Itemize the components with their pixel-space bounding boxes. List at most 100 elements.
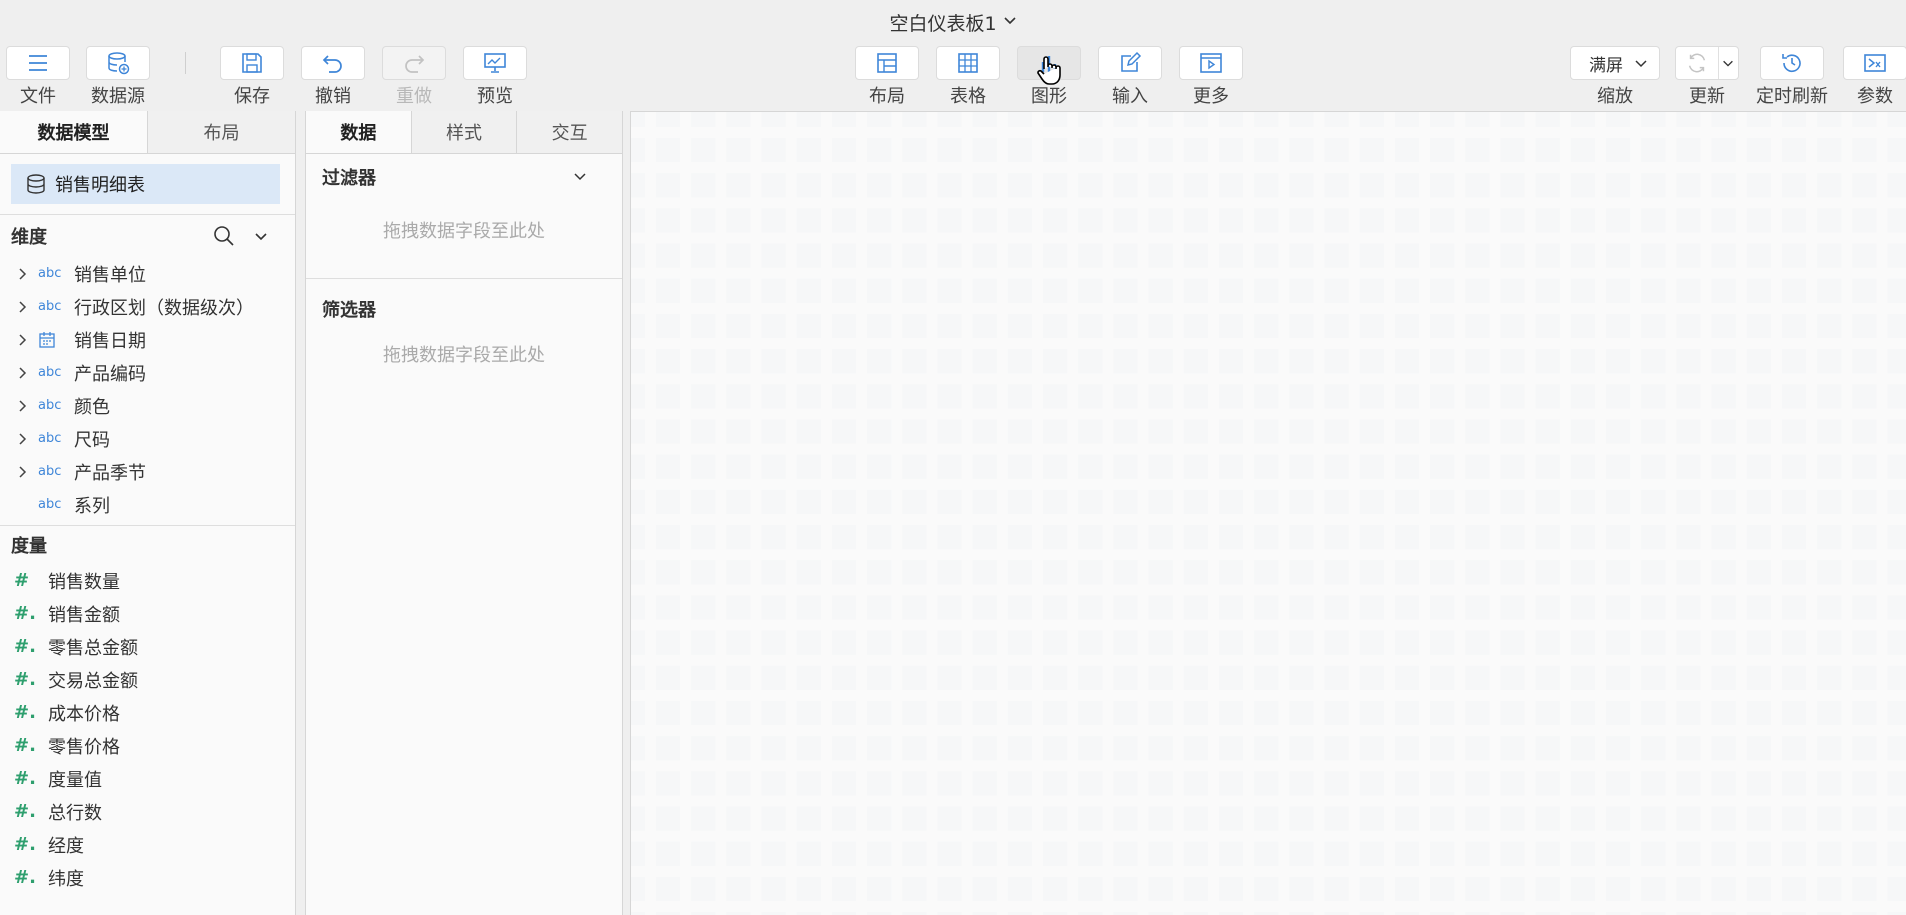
timed-refresh-label: 定时刷新 [1756, 86, 1828, 107]
filter-drop-zone[interactable]: 拖拽数据字段至此处 [306, 200, 622, 260]
chevron-right-icon[interactable] [18, 333, 32, 347]
filter-title: 过滤器 [322, 168, 376, 189]
measure-item[interactable]: # 销售数量 [0, 564, 295, 597]
measure-item[interactable]: #. 纬度 [0, 861, 295, 894]
dimensions-header: 维度 [0, 215, 295, 257]
tab-layout[interactable]: 布局 [148, 111, 295, 153]
measures-title: 度量 [11, 536, 47, 557]
input-button[interactable] [1098, 46, 1162, 80]
chevron-right-icon[interactable] [18, 267, 32, 281]
measure-label: 度量值 [48, 769, 102, 791]
table-label: 表格 [950, 86, 986, 107]
presentation-icon [484, 53, 506, 73]
chevron-right-icon[interactable] [18, 465, 32, 479]
table-button[interactable] [936, 46, 1000, 80]
chevron-right-icon[interactable] [18, 366, 32, 380]
measure-item[interactable]: #. 零售价格 [0, 729, 295, 762]
undo-icon [322, 55, 342, 73]
datasource-button[interactable] [86, 46, 150, 80]
formula-icon [1864, 54, 1886, 72]
params-button[interactable] [1843, 46, 1906, 80]
measure-label: 总行数 [48, 802, 102, 824]
number-type-icon: #. [14, 603, 36, 624]
measure-item[interactable]: #. 经度 [0, 828, 295, 861]
measure-item[interactable]: #. 销售金额 [0, 597, 295, 630]
search-icon[interactable] [213, 225, 235, 247]
chevron-right-icon[interactable] [18, 399, 32, 413]
text-type-icon: abc [38, 365, 62, 380]
measures-list: # 销售数量 #. 销售金额 #. 零售总金额 #. 交易总金额 #. 成本价格 #. 零售… [0, 564, 295, 894]
chevron-right-icon[interactable] [18, 432, 32, 446]
text-type-icon: abc [38, 299, 62, 314]
tab-style[interactable]: 样式 [411, 111, 518, 153]
measure-label: 成本价格 [48, 703, 120, 725]
measure-label: 销售数量 [48, 571, 120, 593]
number-type-icon: # [14, 570, 30, 591]
file-button[interactable] [6, 46, 70, 80]
model-name: 销售明细表 [55, 175, 145, 196]
dashboard-title[interactable]: 空白仪表板1 [0, 0, 1906, 44]
zoom-label: 缩放 [1597, 86, 1633, 107]
number-type-icon: #. [14, 636, 36, 657]
dimension-item[interactable]: 销售日期 [0, 323, 295, 356]
save-label: 保存 [234, 86, 270, 107]
mid-tabs: 数据 样式 交互 [306, 111, 623, 154]
datasource-label: 数据源 [91, 86, 145, 107]
dimension-item[interactable]: abc 产品季节 [0, 455, 295, 488]
file-label: 文件 [20, 86, 56, 107]
tab-data-model[interactable]: 数据模型 [0, 111, 148, 153]
dimension-item[interactable]: abc 尺码 [0, 422, 295, 455]
zoom-select[interactable]: 满屏 [1570, 46, 1660, 80]
text-type-icon: abc [38, 464, 62, 479]
number-type-icon: #. [14, 669, 36, 690]
dimension-label: 颜色 [74, 396, 110, 418]
chevron-down-icon[interactable] [253, 225, 269, 247]
zoom-value: 满屏 [1589, 55, 1623, 76]
more-button[interactable] [1179, 46, 1243, 80]
measure-item[interactable]: #. 零售总金额 [0, 630, 295, 663]
number-type-icon: #. [14, 867, 36, 888]
layout-button[interactable] [855, 46, 919, 80]
measure-item[interactable]: #. 度量值 [0, 762, 295, 795]
dimension-label: 产品季节 [74, 462, 146, 484]
measure-label: 销售金额 [48, 604, 120, 626]
dimension-item[interactable]: abc 颜色 [0, 389, 295, 422]
selector-drop-zone[interactable]: 拖拽数据字段至此处 [306, 339, 622, 369]
redo-button[interactable] [382, 46, 446, 80]
dimension-item[interactable]: abc 产品编码 [0, 356, 295, 389]
dimension-label: 销售日期 [74, 330, 146, 352]
number-type-icon: #. [14, 735, 36, 756]
chevron-down-icon[interactable] [572, 168, 588, 189]
chevron-right-icon[interactable] [18, 300, 32, 314]
undo-button[interactable] [301, 46, 365, 80]
measure-item[interactable]: #. 总行数 [0, 795, 295, 828]
dimension-item[interactable]: abc 销售单位 [0, 257, 295, 290]
filter-header[interactable]: 过滤器 [306, 154, 622, 200]
dimensions-list: abc 销售单位 abc 行政区划（数据级次） 销售日期 abc 产品编码 ab… [0, 257, 295, 521]
clock-refresh-icon [1782, 54, 1801, 73]
refresh-split-button[interactable] [1675, 46, 1739, 80]
measure-label: 经度 [48, 835, 84, 857]
measure-item[interactable]: #. 成本价格 [0, 696, 295, 729]
refresh-dropdown[interactable] [1719, 47, 1738, 79]
number-type-icon: #. [14, 702, 36, 723]
dimension-item[interactable]: abc 行政区划（数据级次） [0, 290, 295, 323]
data-model-panel: 数据模型 布局 销售明细表 维度 abc 销售单位 abc 行政区划（数据级次）… [0, 111, 296, 915]
tab-interaction[interactable]: 交互 [517, 111, 623, 153]
text-type-icon: abc [38, 398, 62, 413]
dimension-label: 销售单位 [74, 264, 146, 286]
database-icon [27, 174, 45, 194]
refresh-icon [1688, 53, 1706, 73]
undo-label: 撤销 [315, 86, 351, 107]
dashboard-canvas[interactable] [630, 111, 1906, 915]
model-item[interactable]: 销售明细表 [11, 164, 280, 204]
tab-data[interactable]: 数据 [306, 111, 412, 153]
dimension-label: 系列 [74, 495, 110, 517]
save-button[interactable] [220, 46, 284, 80]
edit-icon [1121, 51, 1142, 72]
refresh-button[interactable] [1676, 47, 1719, 79]
preview-button[interactable] [463, 46, 527, 80]
measure-item[interactable]: #. 交易总金额 [0, 663, 295, 696]
dimension-item[interactable]: abc 系列 [0, 488, 295, 521]
timed-refresh-button[interactable] [1760, 46, 1824, 80]
